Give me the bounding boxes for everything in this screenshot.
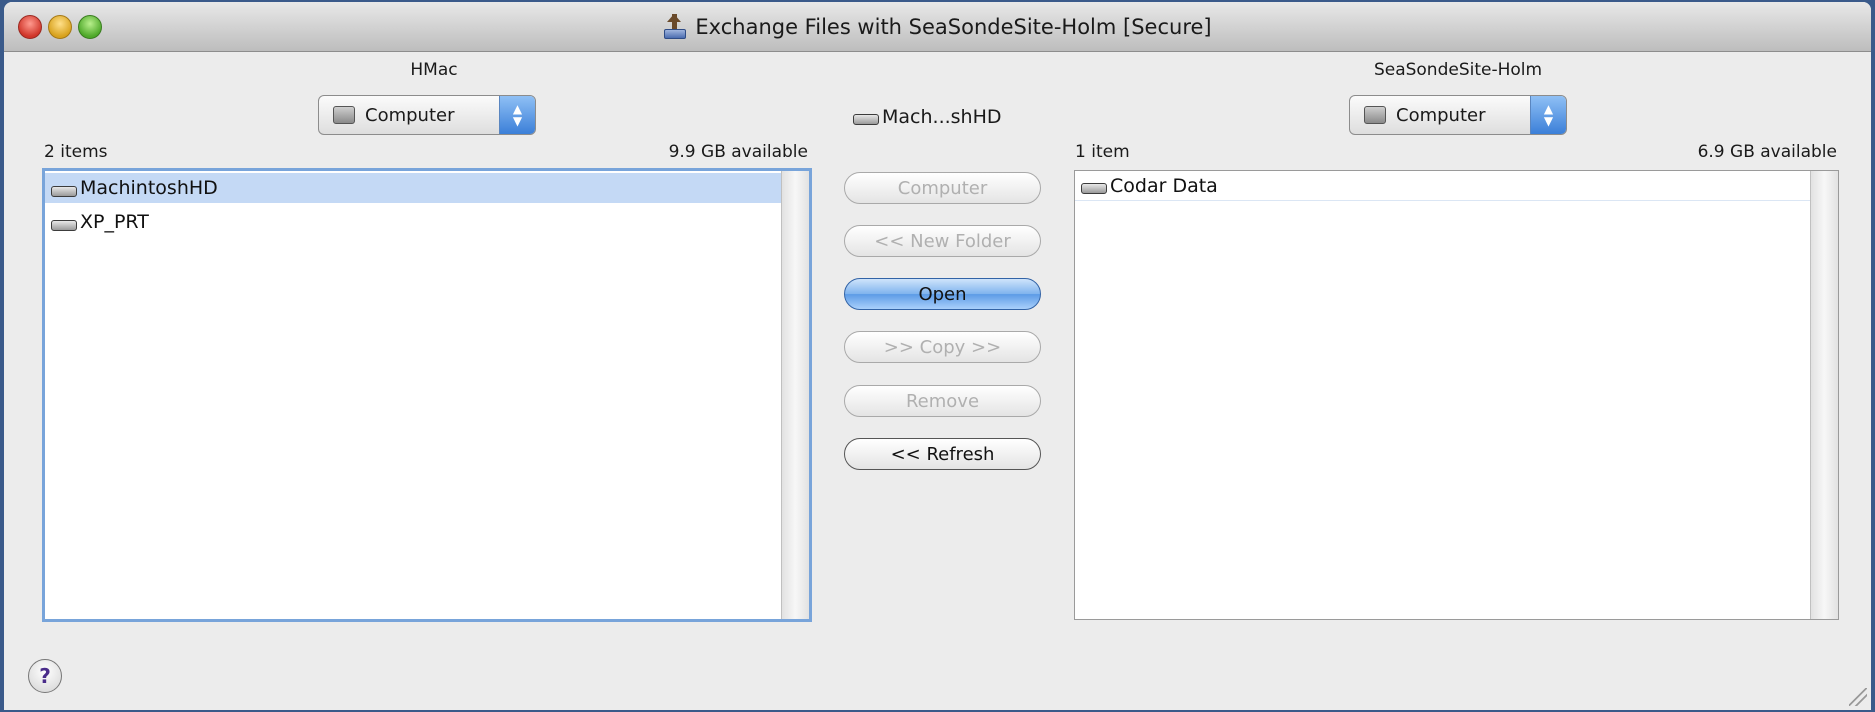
remove-button[interactable]: Remove [844,385,1041,417]
left-list-scrollbar[interactable] [781,171,809,619]
title-bar[interactable]: Exchange Files with SeaSondeSite-Holm [S… [4,2,1871,52]
list-item-label: XP_PRT [80,211,149,233]
computer-button[interactable]: Computer [844,172,1041,204]
right-location-popup-label: Computer [1396,104,1486,126]
resize-grip-icon[interactable] [1849,688,1867,706]
current-path: Mach...shHD [853,106,1002,128]
right-host-label: SeaSondeSite-Holm [1373,60,1543,80]
list-item[interactable]: XP_PRT [45,207,783,237]
refresh-button[interactable]: << Refresh [844,438,1041,470]
file-exchange-icon [663,14,687,40]
left-file-list[interactable]: MachintoshHD XP_PRT [42,168,812,622]
right-list-scrollbar[interactable] [1810,171,1838,619]
left-available-space: 9.9 GB available [668,142,808,162]
computer-icon [333,106,355,124]
help-button[interactable]: ? [28,659,62,693]
list-item-label: Codar Data [1110,174,1218,197]
current-path-label: Mach...shHD [882,106,1002,128]
list-item[interactable]: MachintoshHD [45,173,783,203]
right-file-list[interactable]: Codar Data [1074,170,1839,620]
popup-arrows-icon: ▲ ▼ [1530,96,1566,134]
exchange-files-window: Exchange Files with SeaSondeSite-Holm [S… [4,2,1871,710]
hard-drive-icon [51,219,77,231]
list-item-label: MachintoshHD [80,177,218,199]
hard-drive-icon [1081,183,1107,194]
left-host-label: HMac [410,60,458,80]
window-title: Exchange Files with SeaSondeSite-Holm [S… [695,15,1212,39]
left-item-count: 2 items [44,142,108,162]
left-location-popup-label: Computer [365,104,455,126]
right-available-space: 6.9 GB available [1697,142,1837,162]
new-folder-button[interactable]: << New Folder [844,225,1041,257]
computer-icon [1364,106,1386,124]
copy-button[interactable]: >> Copy >> [844,331,1041,363]
open-button[interactable]: Open [844,278,1041,310]
right-item-count: 1 item [1075,142,1130,162]
hard-drive-icon [51,185,77,197]
hard-drive-icon [853,113,879,125]
popup-arrows-icon: ▲ ▼ [499,96,535,134]
list-item[interactable]: Codar Data [1075,171,1810,201]
right-location-popup[interactable]: Computer ▲ ▼ [1349,95,1567,135]
left-location-popup[interactable]: Computer ▲ ▼ [318,95,536,135]
